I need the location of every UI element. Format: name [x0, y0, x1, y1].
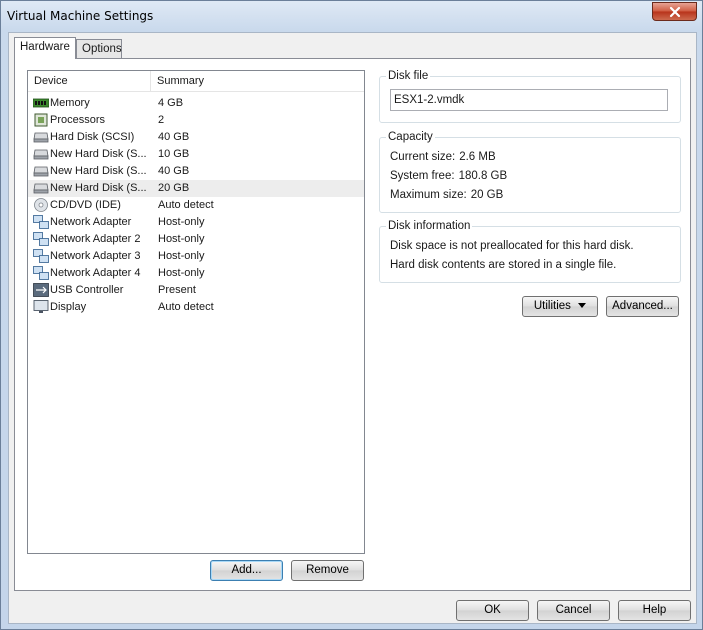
- list-header: Device Summary: [28, 71, 364, 92]
- cancel-button[interactable]: Cancel: [537, 600, 610, 621]
- device-name: New Hard Disk (S...: [50, 165, 147, 177]
- hard-disk-icon: [33, 149, 49, 160]
- device-row-hard-disk[interactable]: Hard Disk (SCSI) 40 GB: [28, 129, 364, 146]
- device-row-display[interactable]: Display Auto detect: [28, 299, 364, 316]
- display-icon: [33, 300, 49, 313]
- device-name: Network Adapter: [50, 216, 132, 228]
- device-name: New Hard Disk (S...: [50, 148, 147, 160]
- disk-file-title: Disk file: [386, 70, 431, 82]
- device-list[interactable]: Device Summary Memory 4 GB Processors 2 …: [27, 70, 365, 554]
- disk-file-group: Disk file ESX1-2.vmdk: [379, 70, 681, 123]
- network-adapter-icon: [33, 249, 49, 263]
- device-row-network-adapter[interactable]: Network Adapter Host-only: [28, 214, 364, 231]
- device-name: Hard Disk (SCSI): [50, 131, 135, 143]
- device-row-new-hard-disk-1[interactable]: New Hard Disk (S... 10 GB: [28, 146, 364, 163]
- device-name: CD/DVD (IDE): [50, 199, 121, 211]
- capacity-group: Capacity Current size: 2.6 MB System free…: [379, 131, 681, 213]
- processor-icon: [34, 113, 48, 127]
- tab-options[interactable]: Options: [76, 39, 122, 59]
- device-row-new-hard-disk-3[interactable]: New Hard Disk (S... 20 GB: [28, 180, 364, 197]
- disk-information-title: Disk information: [386, 220, 473, 232]
- device-summary: 40 GB: [158, 131, 190, 143]
- column-header-device[interactable]: Device: [28, 71, 151, 92]
- help-button[interactable]: Help: [618, 600, 691, 621]
- device-summary: 4 GB: [158, 97, 184, 109]
- maximum-size-value: 20 GB: [470, 189, 504, 201]
- hard-disk-icon: [33, 183, 49, 194]
- hard-disk-icon: [33, 166, 49, 177]
- close-icon: [669, 6, 680, 17]
- title-bar[interactable]: Virtual Machine Settings: [1, 1, 702, 33]
- device-name: Memory: [50, 97, 90, 109]
- device-summary: Host-only: [158, 267, 205, 279]
- device-name: USB Controller: [50, 284, 124, 296]
- add-device-button[interactable]: Add...: [210, 560, 283, 581]
- device-summary: Present: [158, 284, 196, 296]
- disk-information-group: Disk information Disk space is not preal…: [379, 220, 681, 283]
- system-free-value: 180.8 GB: [458, 170, 508, 182]
- current-size-line: Current size: 2.6 MB: [390, 151, 496, 163]
- device-row-network-adapter-2[interactable]: Network Adapter 2 Host-only: [28, 231, 364, 248]
- remove-device-button[interactable]: Remove: [291, 560, 364, 581]
- network-adapter-icon: [33, 266, 49, 280]
- usb-icon: [33, 283, 49, 297]
- device-row-network-adapter-4[interactable]: Network Adapter 4 Host-only: [28, 265, 364, 282]
- device-rows: Memory 4 GB Processors 2 Hard Disk (SCSI…: [28, 95, 364, 316]
- device-name: Network Adapter 4: [50, 267, 141, 279]
- device-summary: 40 GB: [158, 165, 190, 177]
- hardware-panel: Device Summary Memory 4 GB Processors 2 …: [14, 58, 691, 591]
- system-free-label: System free:: [390, 170, 455, 182]
- ok-button[interactable]: OK: [456, 600, 529, 621]
- device-summary: Host-only: [158, 250, 205, 262]
- device-name: Processors: [50, 114, 106, 126]
- disk-info-line-1: Disk space is not preallocated for this …: [390, 240, 634, 252]
- chevron-down-icon: [578, 302, 587, 308]
- tab-hardware-label: Hardware: [20, 41, 70, 53]
- network-adapter-icon: [33, 232, 49, 246]
- device-row-processors[interactable]: Processors 2: [28, 112, 364, 129]
- vm-settings-window: Virtual Machine Settings Hardware Option…: [0, 0, 703, 630]
- cd-dvd-icon: [34, 198, 48, 212]
- device-summary: Auto detect: [158, 301, 214, 313]
- maximum-size-label: Maximum size:: [390, 189, 467, 201]
- advanced-button[interactable]: Advanced...: [606, 296, 679, 317]
- device-row-cd-dvd[interactable]: CD/DVD (IDE) Auto detect: [28, 197, 364, 214]
- device-name: Display: [50, 301, 87, 313]
- device-summary: Host-only: [158, 216, 205, 228]
- device-row-usb-controller[interactable]: USB Controller Present: [28, 282, 364, 299]
- disk-info-line-2: Hard disk contents are stored in a singl…: [390, 259, 617, 271]
- device-name: Network Adapter 3: [50, 250, 141, 262]
- device-row-memory[interactable]: Memory 4 GB: [28, 95, 364, 112]
- window-title: Virtual Machine Settings: [7, 9, 154, 23]
- utilities-label: Utilities: [533, 300, 571, 312]
- device-summary: 10 GB: [158, 148, 190, 160]
- tab-options-label: Options: [82, 43, 122, 55]
- current-size-value: 2.6 MB: [459, 151, 496, 163]
- device-row-new-hard-disk-2[interactable]: New Hard Disk (S... 40 GB: [28, 163, 364, 180]
- capacity-title: Capacity: [386, 131, 435, 143]
- device-summary: Host-only: [158, 233, 205, 245]
- hard-disk-icon: [33, 132, 49, 143]
- network-adapter-icon: [33, 215, 49, 229]
- utilities-dropdown-button[interactable]: Utilities: [522, 296, 598, 317]
- device-row-network-adapter-3[interactable]: Network Adapter 3 Host-only: [28, 248, 364, 265]
- column-header-summary[interactable]: Summary: [151, 71, 364, 92]
- current-size-label: Current size:: [390, 151, 456, 163]
- device-name: Network Adapter 2: [50, 233, 141, 245]
- close-button[interactable]: [652, 2, 697, 21]
- device-name: New Hard Disk (S...: [50, 182, 147, 194]
- memory-icon: [33, 98, 49, 108]
- tab-hardware[interactable]: Hardware: [14, 37, 76, 59]
- disk-file-field[interactable]: ESX1-2.vmdk: [390, 89, 668, 111]
- dialog-client: Hardware Options Device Summary Memory 4…: [8, 32, 697, 624]
- system-free-line: System free: 180.8 GB: [390, 170, 507, 182]
- device-summary: Auto detect: [158, 199, 214, 211]
- device-summary: 2: [158, 114, 165, 126]
- device-summary: 20 GB: [158, 182, 190, 194]
- maximum-size-line: Maximum size: 20 GB: [390, 189, 503, 201]
